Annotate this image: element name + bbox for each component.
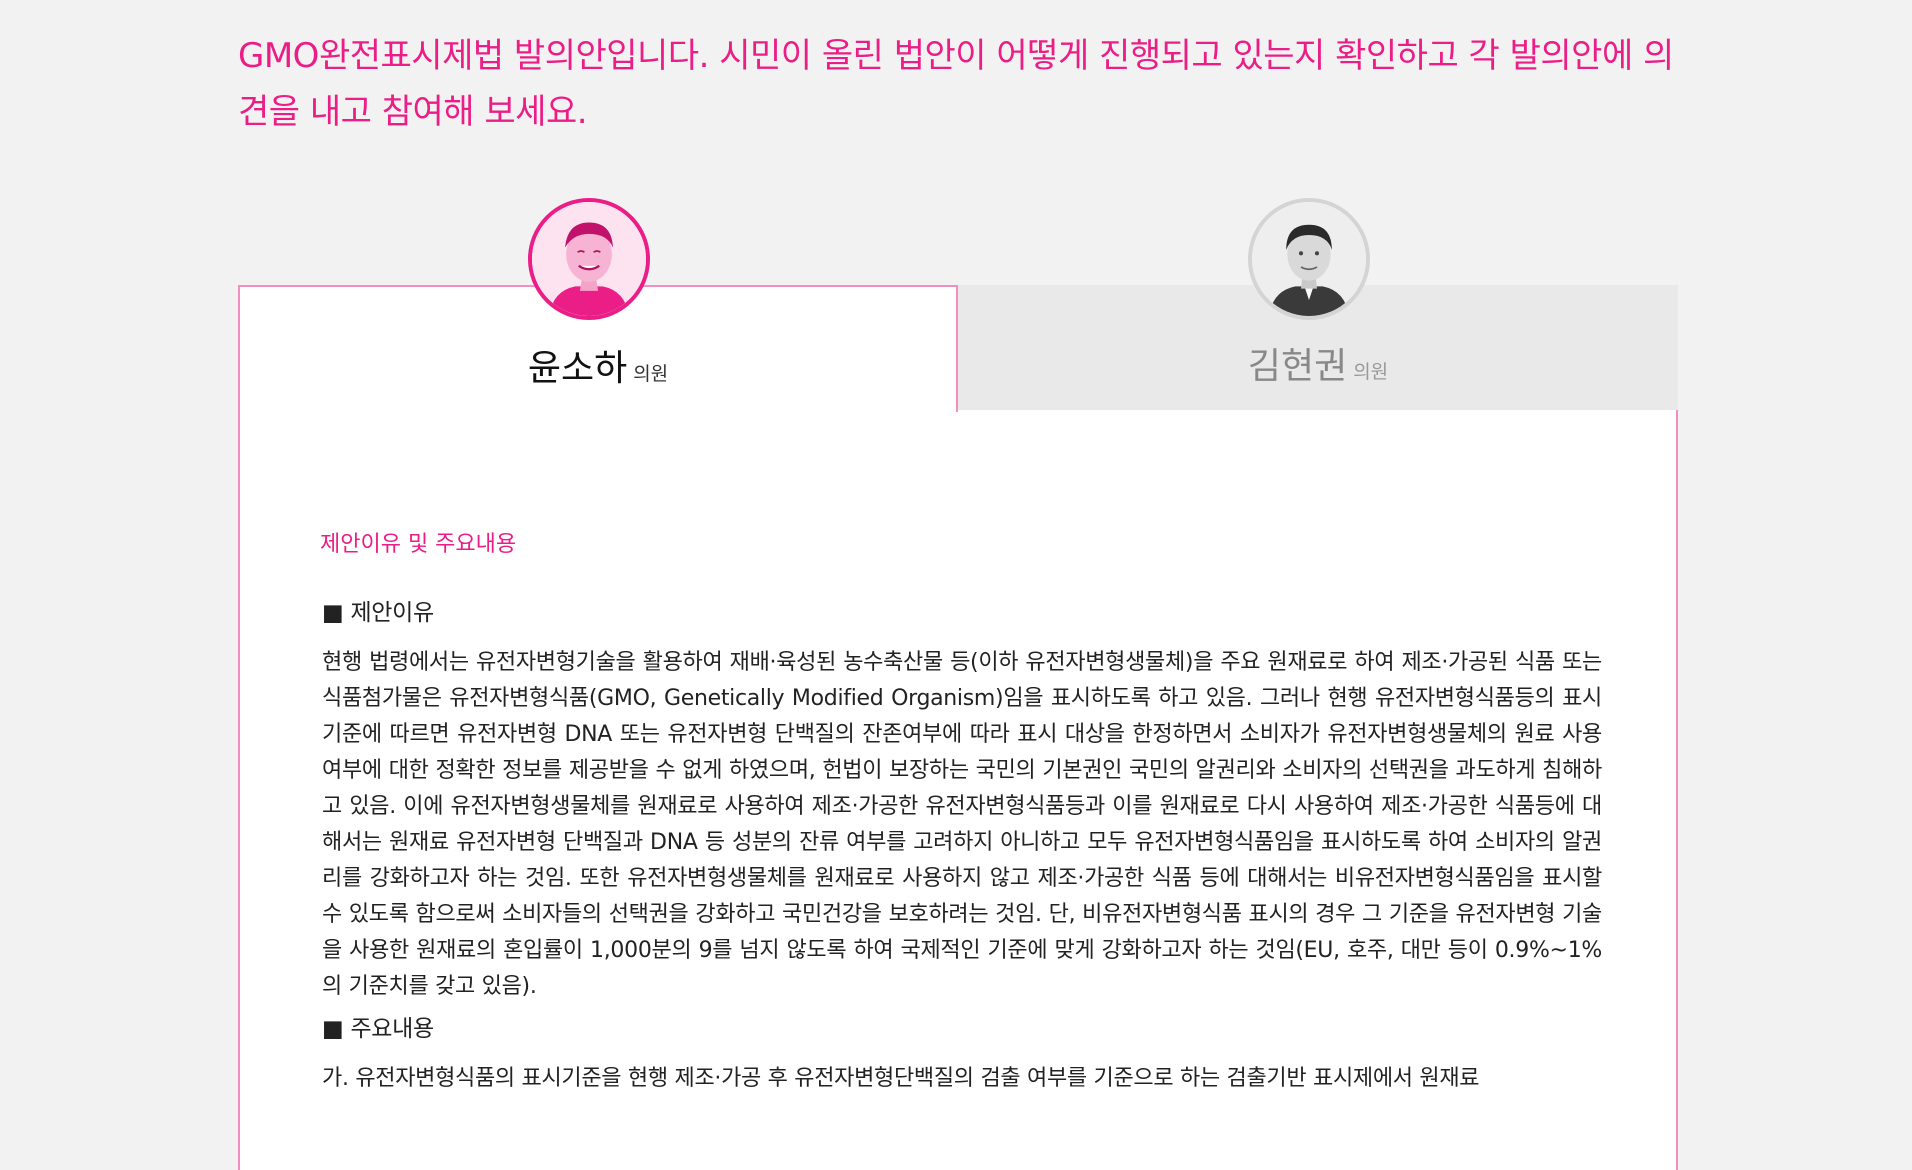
avatar[interactable] — [528, 198, 650, 320]
member-name: 김현권 — [1247, 346, 1348, 387]
person-photo-icon — [532, 202, 646, 316]
tab-label: 김현권 의원 — [958, 337, 1678, 389]
main-text: 가. 유전자변형식품의 표시기준을 현행 제조·가공 후 유전자변형단백질의 검… — [322, 1066, 1480, 1091]
tab-label: 윤소하 의원 — [240, 339, 956, 391]
bill-content-panel: 제안이유 및 주요내용 ■ 제안이유 현행 법령에서는 유전자변형기술을 활용하… — [238, 410, 1678, 1170]
bill-content: ■ 제안이유 현행 법령에서는 유전자변형기술을 활용하여 재배·육성된 농수축… — [322, 595, 1602, 1097]
person-photo-icon — [1252, 202, 1366, 316]
member-title: 의원 — [633, 363, 669, 385]
reason-text: 현행 법령에서는 유전자변형기술을 활용하여 재배·육성된 농수축산물 등(이하… — [322, 650, 1602, 999]
member-name: 윤소하 — [527, 348, 628, 389]
avatar[interactable] — [1248, 198, 1370, 320]
section-title: 제안이유 및 주요내용 — [320, 532, 517, 557]
member-title: 의원 — [1353, 361, 1389, 383]
reason-heading: ■ 제안이유 — [322, 600, 434, 626]
main-heading: ■ 주요내용 — [322, 1016, 434, 1042]
page-intro: GMO완전표시제법 발의안입니다. 시민이 올린 법안이 어떻게 진행되고 있는… — [238, 36, 1674, 132]
